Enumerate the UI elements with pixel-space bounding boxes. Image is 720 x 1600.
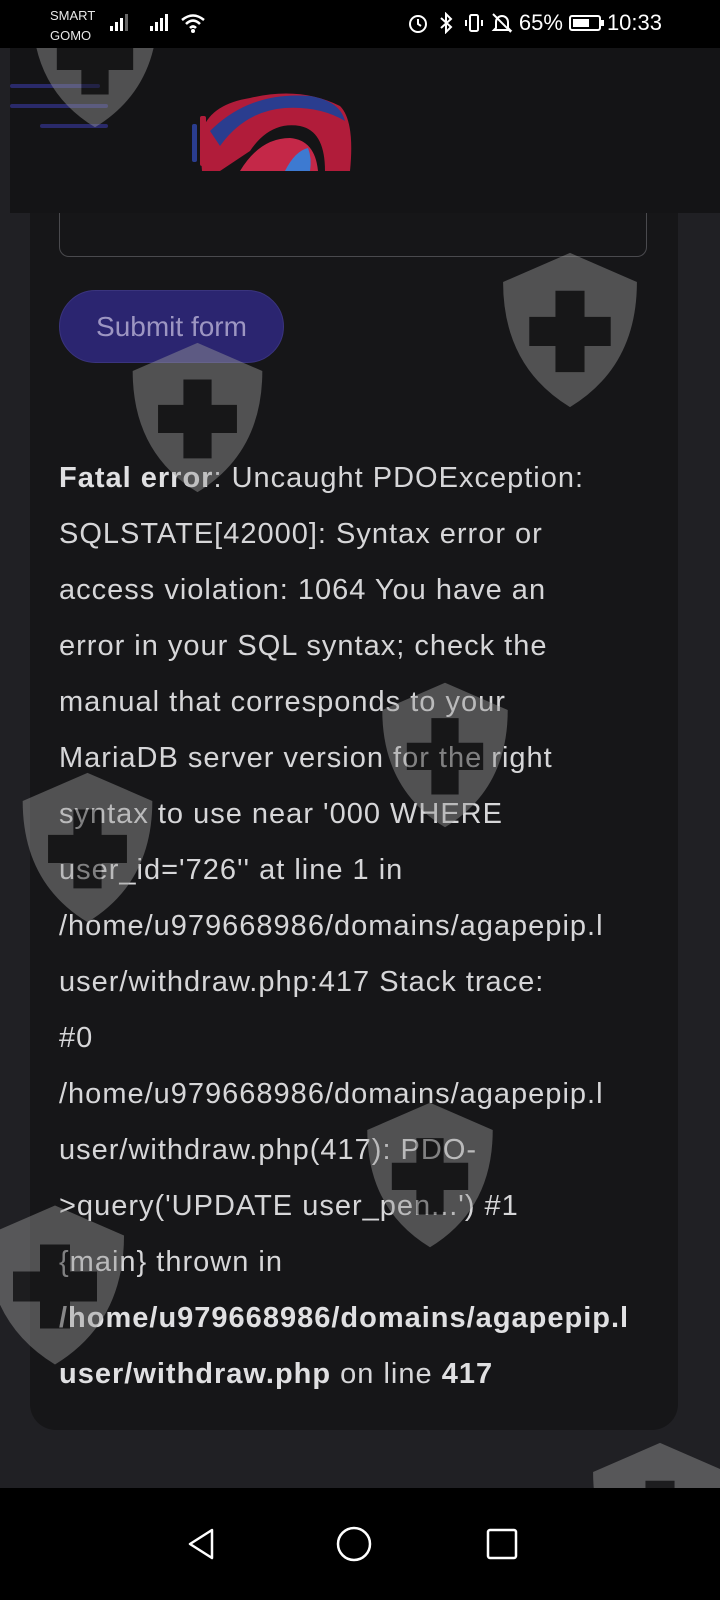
error-line: /home/u979668986/domains/agapepip.l xyxy=(59,1066,720,1122)
alarm-icon xyxy=(407,12,429,34)
bluetooth-icon xyxy=(435,12,457,34)
error-line: Fatal error: Uncaught PDOException: xyxy=(59,450,720,506)
error-text: #0 xyxy=(59,1022,94,1054)
error-text: user/withdraw.php:417 Stack trace: xyxy=(59,966,545,998)
error-text: access violation: 1064 You have an xyxy=(59,574,547,606)
app-header xyxy=(10,48,720,213)
error-text: MariaDB server version for the right xyxy=(59,742,553,774)
submit-form-button[interactable]: Submit form xyxy=(59,290,284,363)
carrier-label: SMART GOMO xyxy=(50,8,96,43)
mute-icon xyxy=(491,12,513,34)
error-text: : Uncaught PDOException: xyxy=(213,462,585,494)
error-bold-text: user/withdraw.php xyxy=(59,1358,332,1390)
error-text: {main} thrown in xyxy=(59,1246,283,1278)
back-triangle-icon[interactable] xyxy=(178,1520,226,1568)
signal-icon xyxy=(150,14,168,31)
hamburger-menu-icon[interactable] xyxy=(10,84,120,144)
wifi-icon xyxy=(181,14,205,33)
error-text: /home/u979668986/domains/agapepip.l xyxy=(59,1078,604,1110)
brand-logo[interactable] xyxy=(190,76,360,176)
error-text: SQLSTATE[42000]: Syntax error or xyxy=(59,518,543,550)
error-line: /home/u979668986/domains/agapepip.l xyxy=(59,898,720,954)
battery-percent: 65% xyxy=(518,10,563,35)
system-navigation-bar xyxy=(0,1488,720,1600)
status-bar: SMART GOMO 65% 10:33 xyxy=(0,0,720,48)
error-text: error in your SQL syntax; check the xyxy=(59,630,548,662)
error-text: syntax to use near '000 WHERE xyxy=(59,798,503,830)
vibrate-icon xyxy=(463,12,485,34)
error-line: access violation: 1064 You have an xyxy=(59,562,720,618)
error-line: user_id='726'' at line 1 in xyxy=(59,842,720,898)
recents-square-icon[interactable] xyxy=(478,1520,526,1568)
signal-icon xyxy=(110,14,128,31)
error-line: user/withdraw.php(417): PDO- xyxy=(59,1122,720,1178)
clock: 10:33 xyxy=(606,10,662,35)
error-bold-text: 417 xyxy=(441,1358,494,1390)
error-line: {main} thrown in xyxy=(59,1234,720,1290)
status-icons: 65% 10:33 xyxy=(407,10,662,36)
error-line: /home/u979668986/domains/agapepip.l xyxy=(59,1290,720,1346)
fatal-error-message: Fatal error: Uncaught PDOException: SQLST… xyxy=(59,450,720,1402)
error-text: /home/u979668986/domains/agapepip.l xyxy=(59,910,604,942)
error-line: syntax to use near '000 WHERE xyxy=(59,786,720,842)
error-text: user/withdraw.php(417): PDO- xyxy=(59,1134,478,1166)
error-line: #0 xyxy=(59,1010,720,1066)
home-circle-icon[interactable] xyxy=(330,1520,378,1568)
error-line: >query('UPDATE user_pen...') #1 xyxy=(59,1178,720,1234)
error-text: >query('UPDATE user_pen...') #1 xyxy=(59,1190,519,1222)
error-text: on line xyxy=(331,1358,442,1390)
error-line: MariaDB server version for the right xyxy=(59,730,720,786)
error-bold-text: /home/u979668986/domains/agapepip.l xyxy=(59,1302,630,1334)
error-line: manual that corresponds to your xyxy=(59,674,720,730)
error-text: manual that corresponds to your xyxy=(59,686,506,718)
error-bold-text: Fatal error xyxy=(59,462,214,494)
error-line: user/withdraw.php on line 417 xyxy=(59,1346,720,1402)
battery-icon xyxy=(568,15,604,31)
error-line: SQLSTATE[42000]: Syntax error or xyxy=(59,506,720,562)
error-line: user/withdraw.php:417 Stack trace: xyxy=(59,954,720,1010)
error-line: error in your SQL syntax; check the xyxy=(59,618,720,674)
error-text: user_id='726'' at line 1 in xyxy=(59,854,404,886)
